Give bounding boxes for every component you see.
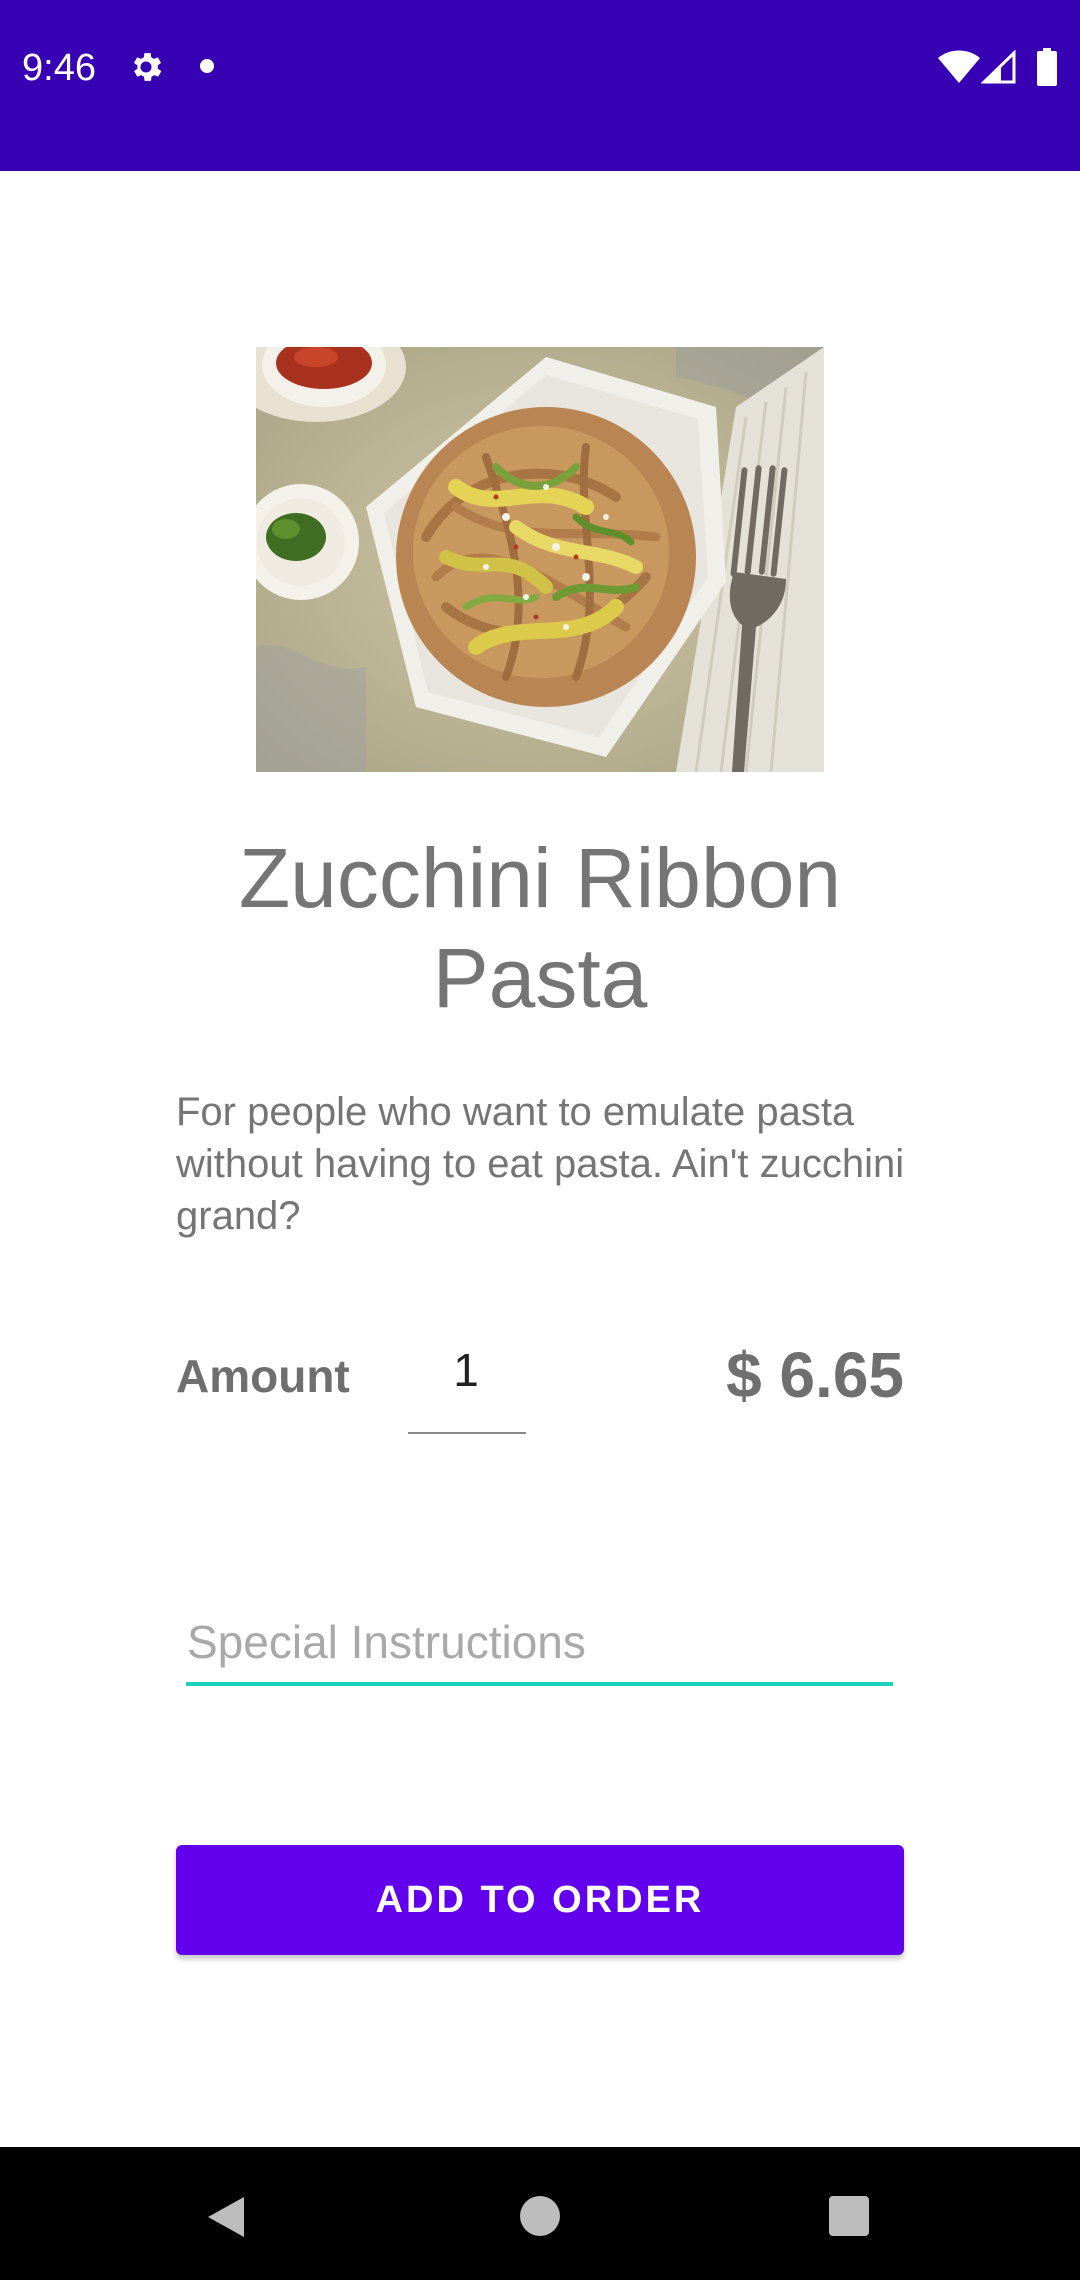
navigation-bar xyxy=(0,2147,1080,2280)
gear-icon xyxy=(133,53,162,81)
dish-description: For people who want to emulate pasta wit… xyxy=(176,1090,905,1238)
signal-icon xyxy=(981,50,1016,84)
home-icon[interactable] xyxy=(520,2196,560,2236)
pasta-dish-image xyxy=(256,347,824,772)
price-label: $ 6.65 xyxy=(726,1339,904,1411)
special-instructions-placeholder: Special Instructions xyxy=(187,1616,586,1668)
add-to-order-button[interactable]: ADD TO ORDER xyxy=(176,1845,904,1955)
amount-label: Amount xyxy=(176,1350,350,1402)
dish-title: Zucchini Ribbon Pasta xyxy=(238,831,842,1025)
back-icon[interactable] xyxy=(206,2195,246,2239)
special-instructions-input[interactable]: Special Instructions xyxy=(186,1610,893,1686)
wifi-icon xyxy=(938,50,980,83)
status-time: 9:46 xyxy=(22,47,96,89)
recents-icon[interactable] xyxy=(829,2196,869,2236)
battery-icon xyxy=(1037,48,1057,86)
amount-input[interactable]: 1 xyxy=(408,1330,526,1434)
status-bar: 9:46 xyxy=(0,0,1080,171)
notification-dot-icon xyxy=(200,59,214,73)
